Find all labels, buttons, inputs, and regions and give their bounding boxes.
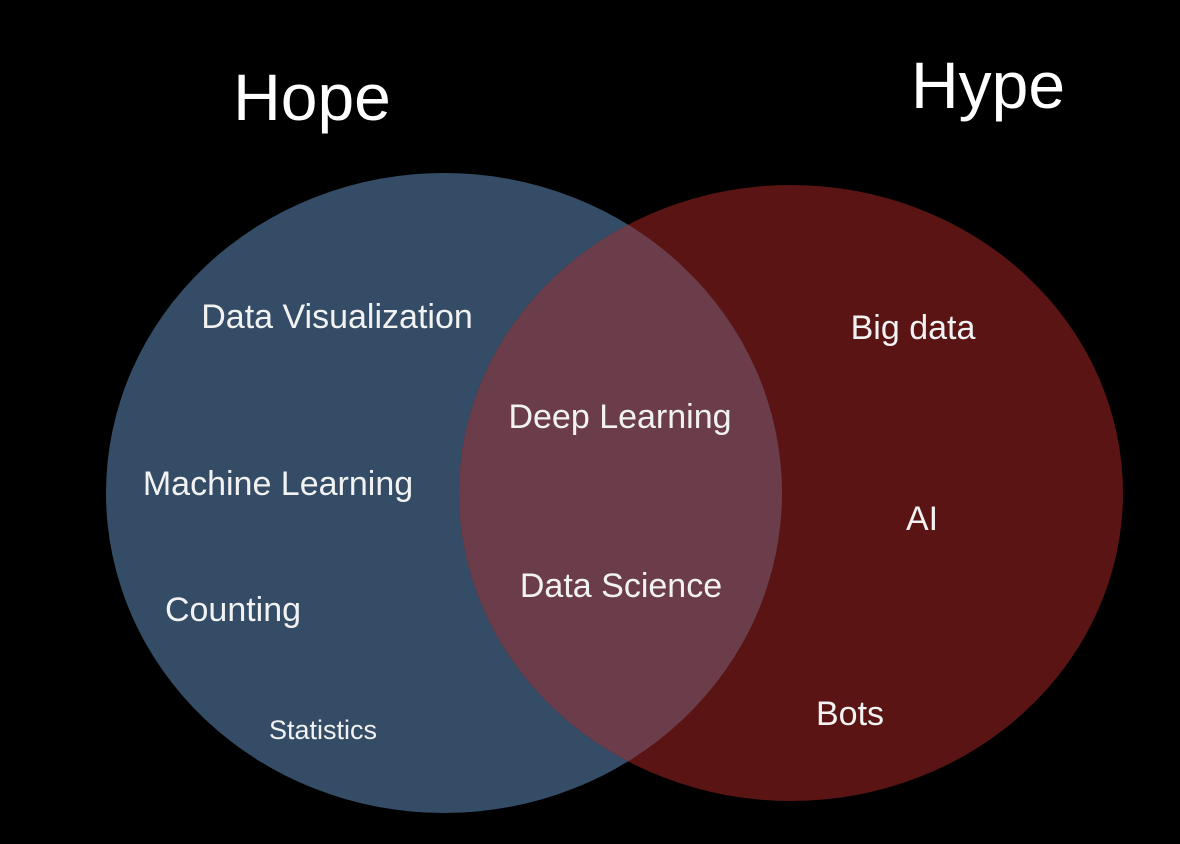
item-statistics: Statistics	[268, 715, 378, 745]
item-data-science: Data Science	[519, 567, 723, 605]
item-big-data: Big data	[850, 309, 976, 347]
item-machine-learning: Machine Learning	[142, 465, 414, 503]
hype-title: Hype	[910, 48, 1066, 122]
item-data-visualization: Data Visualization	[201, 298, 473, 336]
item-ai: AI	[905, 500, 939, 538]
hope-title: Hope	[233, 60, 391, 134]
item-counting: Counting	[164, 591, 302, 629]
item-deep-learning: Deep Learning	[508, 398, 732, 436]
item-bots: Bots	[815, 695, 885, 733]
